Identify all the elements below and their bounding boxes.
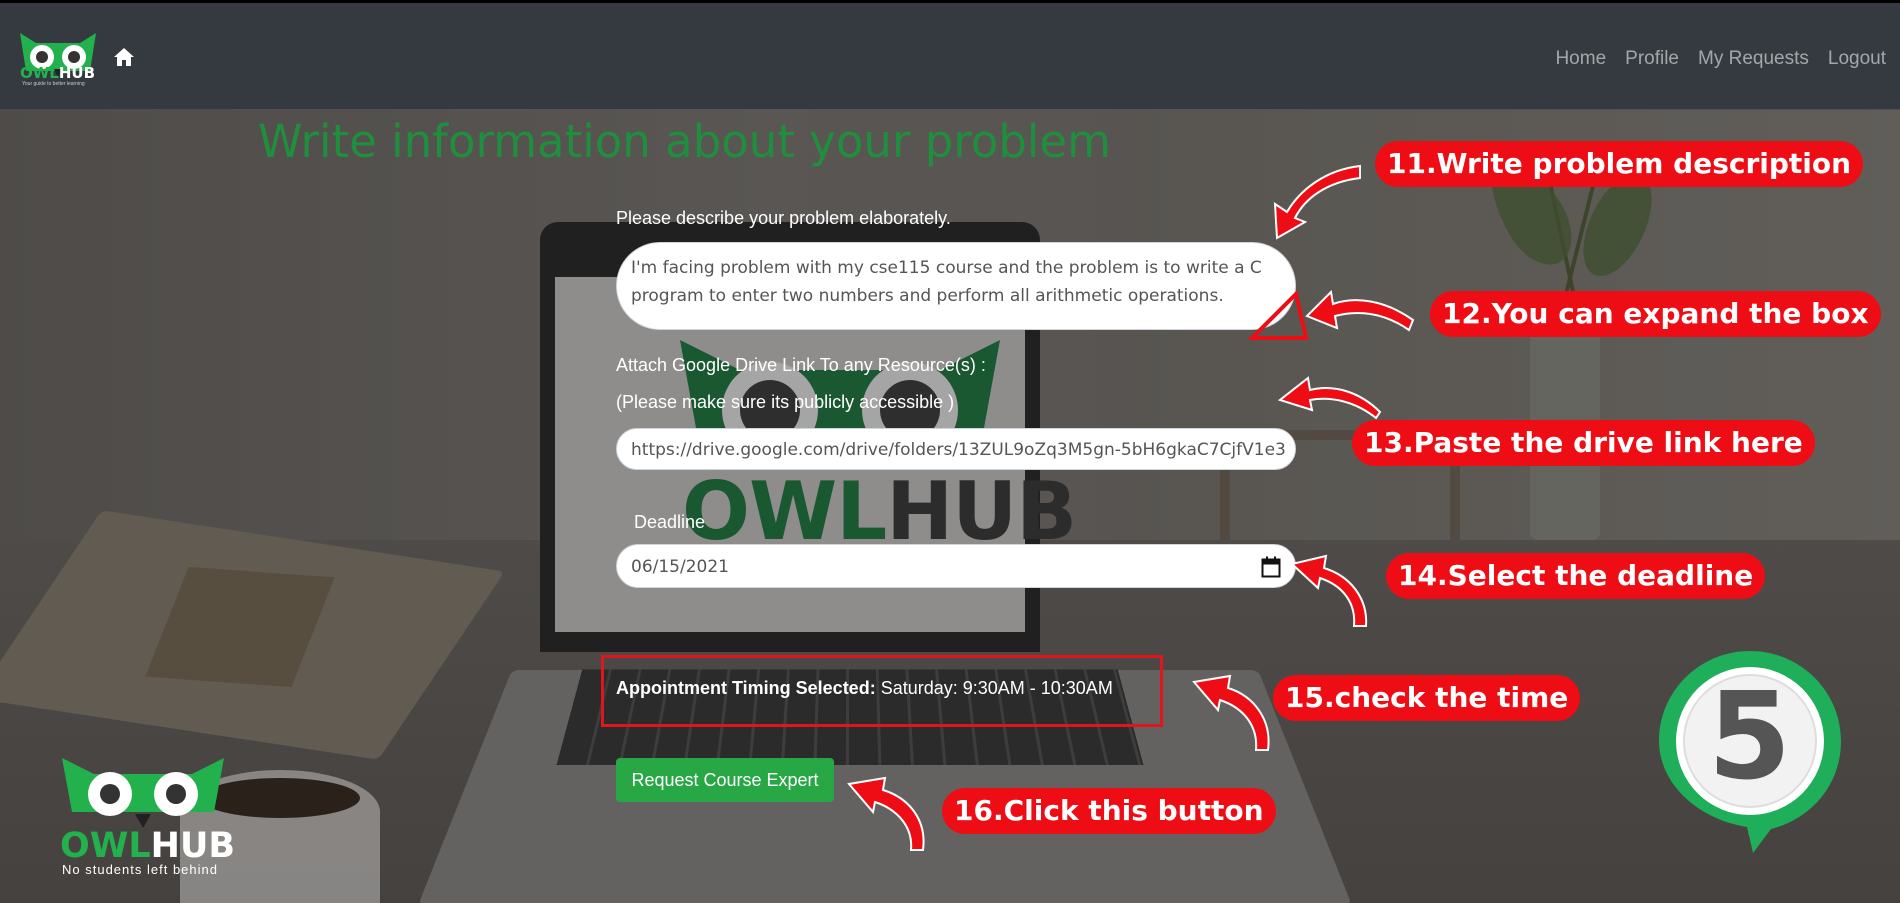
appointment-timing: Appointment Timing Selected: Saturday: 9… <box>616 678 1113 699</box>
callout-16: 16.Click this button <box>942 788 1276 834</box>
arrow-icon <box>1192 674 1270 751</box>
arrow-icon <box>1273 164 1361 240</box>
nav-link-home[interactable]: Home <box>1555 48 1606 70</box>
request-course-expert-button[interactable]: Request Course Expert <box>616 758 834 802</box>
description-label: Please describe your problem elaborately… <box>616 208 951 228</box>
navbar: OWLHUB Your guide to better learning Hom… <box>0 0 1900 109</box>
owlhub-watermark-logo-icon <box>62 758 224 828</box>
deadline-value: 06/15/2021 <box>631 557 729 577</box>
drive-link-label: Attach Google Drive Link To any Resource… <box>616 355 986 375</box>
arrow-icon <box>1305 290 1415 332</box>
navbar-tagline: Your guide to better learning <box>22 81 85 87</box>
brand-owl: OWL <box>20 64 59 82</box>
callout-12: 12.You can expand the box <box>1430 291 1881 337</box>
page-title: Write information about your problem <box>258 115 1111 168</box>
brand-hub: HUB <box>58 64 96 82</box>
description-textarea[interactable]: I'm facing problem with my cse115 course… <box>616 242 1296 330</box>
arrow-icon <box>847 776 925 851</box>
appointment-timing-value: Saturday: 9:30AM - 10:30AM <box>875 678 1113 698</box>
nav-links: Home Profile My Requests Logout <box>1555 48 1886 70</box>
callout-15: 15.check the time <box>1273 675 1581 721</box>
watermark-brand-owl: OWL <box>60 826 151 866</box>
nav-link-profile[interactable]: Profile <box>1625 48 1679 70</box>
nav-link-logout[interactable]: Logout <box>1828 48 1886 70</box>
appointment-timing-label: Appointment Timing Selected: <box>616 678 876 698</box>
callout-14: 14.Select the deadline <box>1386 553 1766 599</box>
watermark-tagline: No students left behind <box>62 862 218 877</box>
home-icon[interactable] <box>113 47 135 67</box>
nav-link-my-requests[interactable]: My Requests <box>1698 48 1809 70</box>
step-number: 5 <box>1707 668 1792 807</box>
expand-handle-highlight-icon <box>1248 290 1309 340</box>
drive-link-input[interactable]: https://drive.google.com/drive/folders/1… <box>616 428 1296 470</box>
drive-link-note: (Please make sure its publicly accessibl… <box>616 392 955 412</box>
arrow-icon <box>1289 554 1368 627</box>
callout-11: 11.Write problem description <box>1375 141 1864 187</box>
arrow-icon <box>1278 376 1382 420</box>
watermark-brand-hub: HUB <box>150 826 236 866</box>
callout-13: 13.Paste the drive link here <box>1352 420 1815 466</box>
watermark-brand: OWLHUB <box>60 826 235 866</box>
deadline-label: Deadline <box>634 512 706 532</box>
deadline-date-input[interactable]: 06/15/2021 <box>616 544 1296 588</box>
navbar-brand[interactable]: OWLHUB <box>20 64 95 82</box>
calendar-icon[interactable] <box>1261 556 1281 578</box>
